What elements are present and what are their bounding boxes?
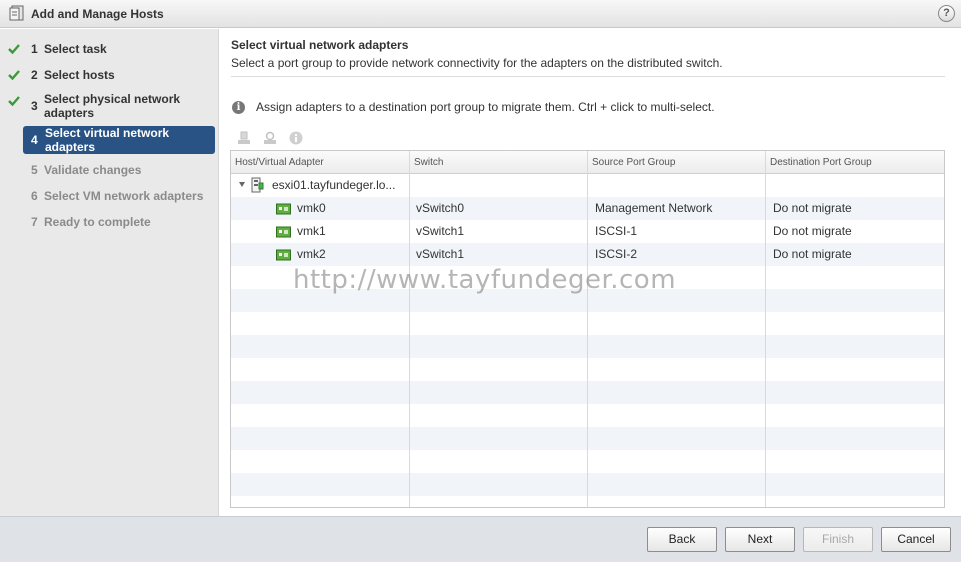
virtual-adapter-icon xyxy=(276,203,291,215)
finish-button: Finish xyxy=(803,527,873,552)
host-name: esxi01.tayfundeger.lo... xyxy=(272,178,396,192)
adapter-source-port-group: ISCSI-2 xyxy=(595,247,638,261)
add-hosts-wizard-icon xyxy=(9,5,24,21)
virtual-adapter-icon xyxy=(276,226,291,238)
step-label: Select VM network adapters xyxy=(44,189,204,203)
column-divider[interactable] xyxy=(765,151,766,507)
step-number: 2 xyxy=(31,68,38,82)
check-icon xyxy=(8,70,20,81)
title-bar: Add and Manage Hosts ? xyxy=(0,0,961,28)
wizard-footer: Back Next Finish Cancel xyxy=(0,516,961,562)
cancel-button[interactable]: Cancel xyxy=(881,527,951,552)
column-header-source[interactable]: Source Port Group xyxy=(592,157,675,168)
step-number: 4 xyxy=(31,133,38,147)
step-number: 1 xyxy=(31,42,38,56)
step-select-hosts[interactable]: 2 Select hosts xyxy=(0,68,219,84)
help-icon[interactable]: ? xyxy=(938,5,955,22)
adapter-name: vmk2 xyxy=(297,247,326,261)
adapter-switch: vSwitch1 xyxy=(416,224,465,238)
step-select-vm-adapters: 6 Select VM network adapters xyxy=(0,189,219,205)
check-icon xyxy=(8,44,20,55)
page-subheading: Select a port group to provide network c… xyxy=(231,56,723,70)
window-title: Add and Manage Hosts xyxy=(31,7,164,21)
adapter-destination-port-group[interactable]: Do not migrate xyxy=(773,247,852,261)
step-select-task[interactable]: 1 Select task xyxy=(0,42,219,58)
adapter-switch: vSwitch0 xyxy=(416,201,465,215)
step-label: Ready to complete xyxy=(44,215,151,229)
adapter-switch: vSwitch1 xyxy=(416,247,465,261)
step-label: Select physical network adapters xyxy=(44,92,181,120)
info-message: Assign adapters to a destination port gr… xyxy=(256,100,715,114)
step-label: Select task xyxy=(44,42,107,56)
page-heading: Select virtual network adapters xyxy=(231,38,409,52)
adapter-name: vmk1 xyxy=(297,224,326,238)
step-number: 6 xyxy=(31,189,38,203)
adapter-name: vmk0 xyxy=(297,201,326,215)
back-button[interactable]: Back xyxy=(647,527,717,552)
reset-changes-icon[interactable] xyxy=(262,130,278,146)
collapse-arrow-icon[interactable] xyxy=(239,182,245,187)
step-select-physical-adapters[interactable]: 3 Select physical network adapters xyxy=(0,92,219,122)
adapter-destination-port-group[interactable]: Do not migrate xyxy=(773,201,852,215)
info-icon: i xyxy=(232,101,245,114)
check-icon xyxy=(8,96,20,107)
adapter-source-port-group: ISCSI-1 xyxy=(595,224,638,238)
step-label: Select virtual network adapters xyxy=(45,126,170,154)
adapter-destination-port-group[interactable]: Do not migrate xyxy=(773,224,852,238)
column-divider[interactable] xyxy=(587,151,588,507)
step-ready-to-complete: 7 Ready to complete xyxy=(0,215,219,231)
host-icon xyxy=(251,177,264,193)
step-number: 5 xyxy=(31,163,38,177)
next-button[interactable]: Next xyxy=(725,527,795,552)
view-settings-icon[interactable] xyxy=(288,130,304,146)
wizard-steps-sidebar: 1 Select task 2 Select hosts 3 Select ph… xyxy=(0,29,219,516)
column-divider[interactable] xyxy=(409,151,410,507)
step-select-virtual-adapters[interactable]: 4 Select virtual network adapters xyxy=(23,126,215,154)
adapters-table: Host/Virtual Adapter Switch Source Port … xyxy=(230,150,945,508)
assign-port-group-icon[interactable] xyxy=(236,130,252,146)
column-header-switch[interactable]: Switch xyxy=(414,157,443,168)
step-label: Validate changes xyxy=(44,163,142,177)
step-validate-changes: 5 Validate changes xyxy=(0,163,219,179)
virtual-adapter-icon xyxy=(276,249,291,261)
step-number: 7 xyxy=(31,215,38,229)
watermark: http://www.tayfundeger.com xyxy=(293,265,677,295)
column-header-destination[interactable]: Destination Port Group xyxy=(770,157,872,168)
column-header-adapter[interactable]: Host/Virtual Adapter xyxy=(235,157,324,168)
adapter-source-port-group: Management Network xyxy=(595,201,713,215)
divider xyxy=(231,76,945,77)
step-label: Select hosts xyxy=(44,68,115,82)
step-number: 3 xyxy=(31,99,38,113)
